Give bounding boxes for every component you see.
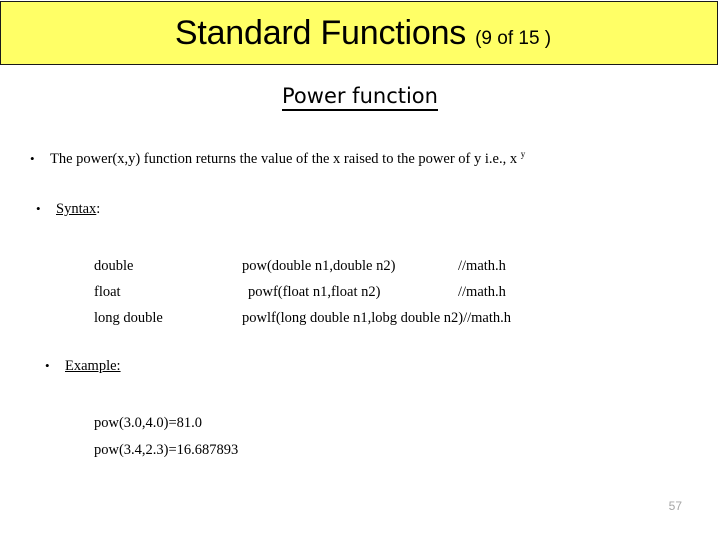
syntax-header-comment: //math.h: [458, 258, 506, 274]
example-label: Example:: [65, 358, 121, 374]
bullet-overview-sentence: The power(x,y) function returns the valu…: [50, 151, 521, 167]
bullet-marker-icon: •: [30, 151, 35, 166]
bullet-marker-icon: •: [45, 358, 50, 373]
syntax-colon: :: [96, 201, 101, 217]
syntax-prototype: pow(double n1,double n2): [242, 258, 396, 274]
bullet-item-syntax: • Syntax:: [36, 200, 100, 218]
title-banner: Standard Functions (9 of 15 ): [0, 1, 718, 65]
list-item: pow(3.0,4.0)=81.0: [94, 415, 203, 431]
syntax-return-type: long double: [94, 310, 163, 326]
page-number: 57: [668, 499, 682, 513]
syntax-prototype: powf(float n1,float n2): [248, 284, 381, 300]
example-results: pow(3.0,4.0)=81.0 pow(3.4,2.3)=16.687893: [94, 410, 238, 464]
bullet-marker-icon: •: [36, 201, 41, 216]
page-title-counter: (9 of 15 ): [475, 28, 552, 49]
title-row: Standard Functions (9 of 15 ): [175, 16, 551, 50]
syntax-return-type: double: [94, 258, 134, 274]
syntax-prototype: powlf(long double n1,lobg double n2)//ma…: [242, 310, 512, 326]
bullet-overview-superscript: y: [520, 149, 526, 160]
bullet-overview-text: The power(x,y) function returns the valu…: [50, 150, 525, 168]
page-title: Standard Functions: [174, 14, 467, 52]
section-heading-text: Power function: [282, 84, 438, 111]
syntax-return-type: float: [94, 284, 121, 300]
bullet-syntax-text: Syntax:: [56, 200, 100, 218]
syntax-header-comment: //math.h: [458, 284, 506, 300]
list-item: pow(3.4,2.3)=16.687893: [94, 442, 239, 458]
syntax-label: Syntax: [56, 201, 97, 217]
bullet-item-example: • Example:: [45, 357, 121, 375]
bullet-item-overview: • The power(x,y) function returns the va…: [30, 150, 525, 168]
section-heading: Power function: [0, 84, 720, 111]
